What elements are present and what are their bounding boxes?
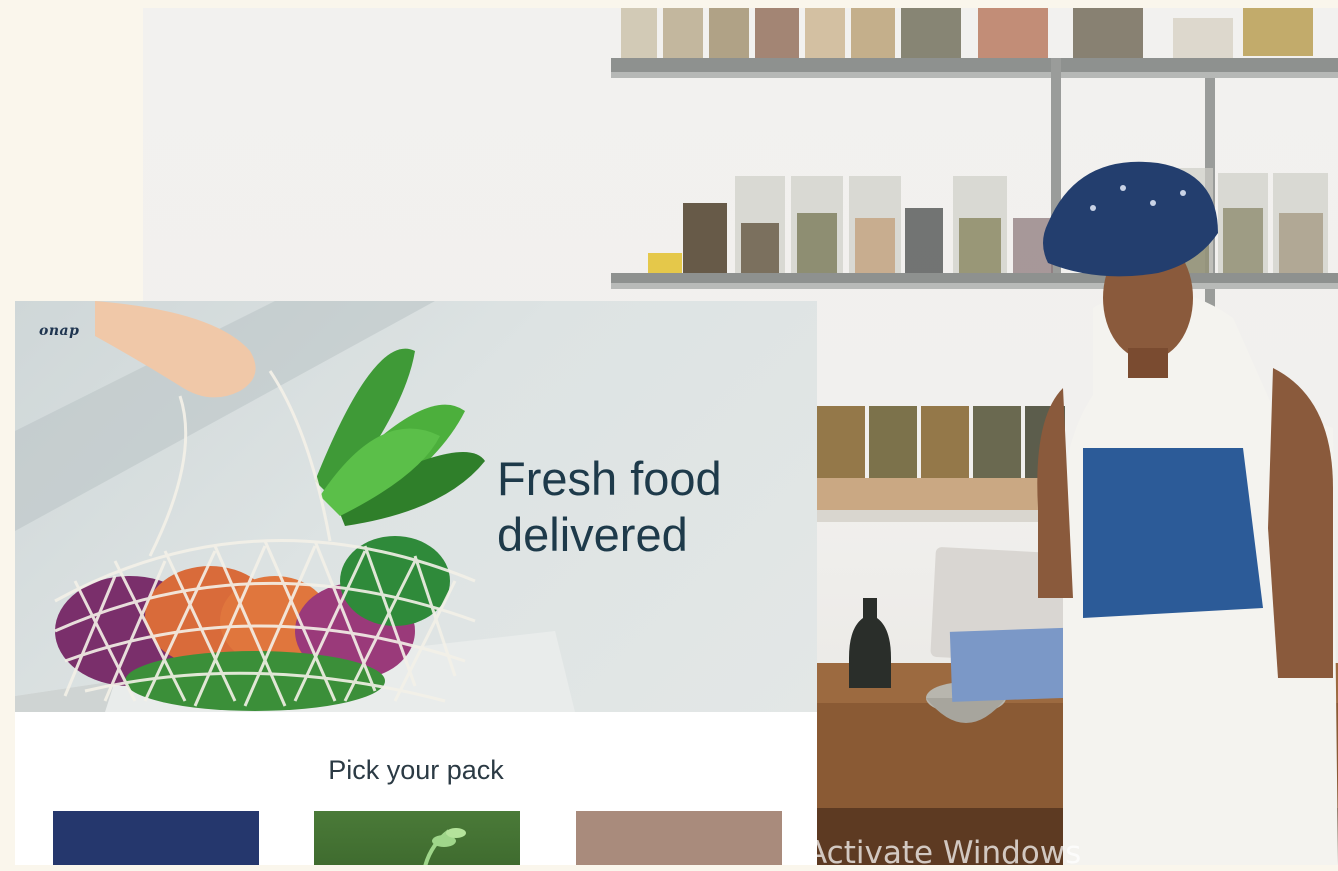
- pack-tile-tan[interactable]: [576, 811, 782, 865]
- hero-banner: onap Fresh food delivered: [15, 301, 817, 712]
- hero-headline-line1: Fresh food: [497, 452, 722, 505]
- pack-tile-blue[interactable]: [53, 811, 259, 865]
- herb-sprig-icon: [423, 828, 466, 865]
- pack-section-title: Pick your pack: [328, 755, 504, 785]
- hero-headline: Fresh food delivered: [497, 451, 797, 563]
- top-shelf-jars: [621, 8, 1313, 60]
- lower-shelf-jars: [817, 406, 1065, 478]
- activate-windows-watermark: Activate Windows: [806, 835, 1082, 871]
- brand-logo[interactable]: onap: [39, 323, 79, 339]
- email-card: onap Fresh food delivered Pick your pack: [15, 301, 817, 865]
- middle-shelf-jars: [648, 168, 1328, 274]
- hero-headline-line2: delivered: [497, 508, 688, 561]
- pack-tile-green[interactable]: [314, 811, 520, 865]
- leek-leaves: [315, 348, 485, 526]
